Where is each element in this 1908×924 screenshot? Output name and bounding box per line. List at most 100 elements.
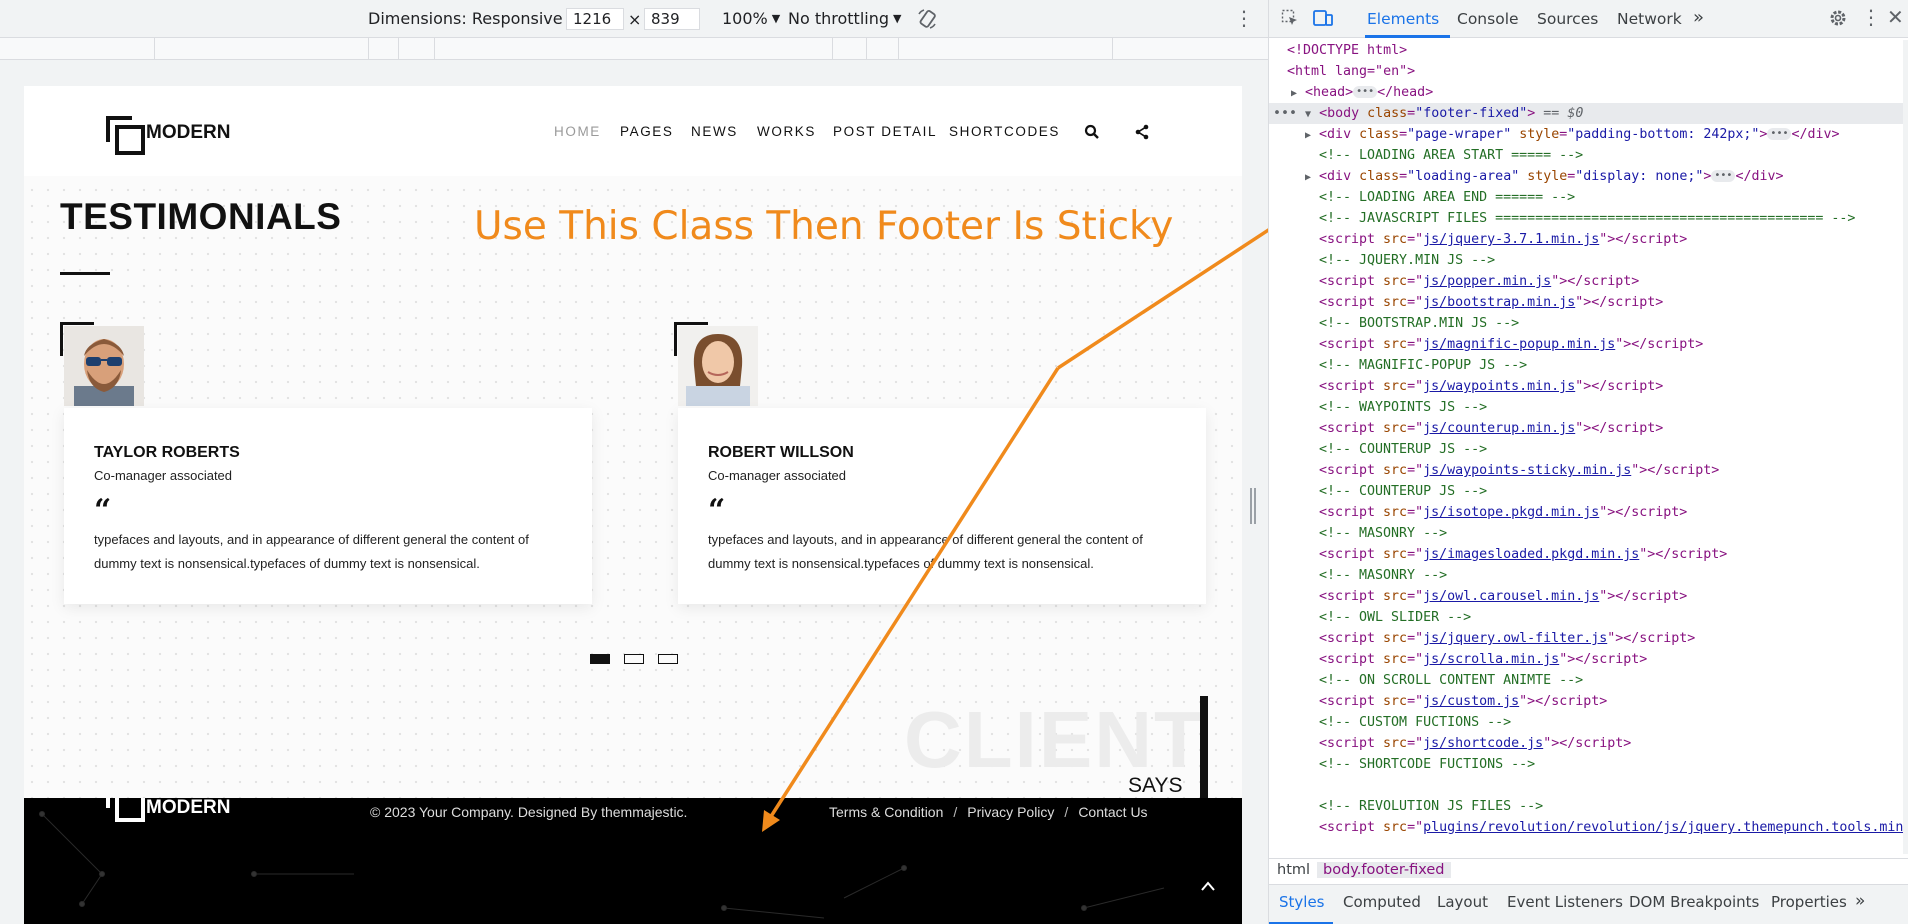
tree-script[interactable]: <script src="plugins/revolution/revoluti… <box>1319 817 1908 838</box>
search-icon[interactable] <box>1084 124 1100 140</box>
tree-comment[interactable]: <!-- JAVASCRIPT FILES ==================… <box>1319 208 1908 229</box>
rotate-icon[interactable] <box>916 8 938 30</box>
viewport-resize-handle[interactable] <box>1250 488 1256 524</box>
tab-properties[interactable]: Properties <box>1771 893 1847 911</box>
tree-script[interactable]: <script src="js/custom.js"></script> <box>1319 691 1908 712</box>
active-tab-indicator <box>1365 35 1450 38</box>
zoom-dropdown[interactable]: 100% ▼ <box>722 9 780 28</box>
tree-body-selected[interactable]: ••• ▼ <body class="footer-fixed"> == $0 <box>1269 103 1908 124</box>
nav-home[interactable]: HOME <box>554 124 601 139</box>
tab-console[interactable]: Console <box>1457 10 1519 28</box>
carousel-dot-1[interactable] <box>590 654 610 664</box>
expand-triangle-icon[interactable]: ▶ <box>1305 130 1311 141</box>
tree-comment[interactable]: <!-- LOADING AREA END ====== --> <box>1319 187 1908 208</box>
nav-works[interactable]: WORKS <box>757 124 816 139</box>
tree-comment[interactable]: <!-- SHORTCODE FUCTIONS --> <box>1319 754 1908 775</box>
tab-styles[interactable]: Styles <box>1279 893 1325 911</box>
tree-script[interactable]: <script src="js/waypoints-sticky.min.js"… <box>1319 460 1908 481</box>
carousel-dot-3[interactable] <box>658 654 678 664</box>
tab-layout[interactable]: Layout <box>1437 893 1488 911</box>
carousel-dot-2[interactable] <box>624 654 644 664</box>
inspect-element-icon[interactable] <box>1281 9 1299 27</box>
collapse-triangle-icon[interactable]: ▼ <box>1305 109 1311 120</box>
tab-network[interactable]: Network <box>1617 10 1682 28</box>
devtools-menu-icon[interactable]: ⋮ <box>1861 5 1881 29</box>
tree-comment[interactable]: <!-- MASONRY --> <box>1319 565 1908 586</box>
tree-script[interactable]: <script src="js/owl.carousel.min.js"></s… <box>1319 586 1908 607</box>
tree-script[interactable]: <script src="js/jquery-3.7.1.min.js"></s… <box>1319 229 1908 250</box>
ellipsis-icon[interactable]: ••• <box>1711 170 1736 182</box>
tree-comment[interactable]: <!-- COUNTERUP JS --> <box>1319 439 1908 460</box>
tree-comment[interactable]: <!-- JQUERY.MIN JS --> <box>1319 250 1908 271</box>
tree-scrollbar[interactable] <box>1903 40 1908 854</box>
nav-post-detail[interactable]: POST DETAIL <box>833 124 937 139</box>
tree-head[interactable]: ▶ <head> ••• </head> <box>1291 82 1908 103</box>
title-underline <box>60 272 110 275</box>
more-options-icon[interactable]: ⋮ <box>1234 6 1254 30</box>
tab-sources[interactable]: Sources <box>1537 10 1598 28</box>
tree-script[interactable]: <script src="js/bootstrap.min.js"></scri… <box>1319 292 1908 313</box>
dimensions-dropdown[interactable]: Dimensions: Responsive ▼ <box>368 9 575 28</box>
breadcrumb-html[interactable]: html <box>1277 862 1310 878</box>
tree-html[interactable]: <html lang="en"> <box>1287 61 1908 82</box>
tree-comment[interactable]: <!-- MASONRY --> <box>1319 523 1908 544</box>
close-icon[interactable]: ✕ <box>1887 5 1904 29</box>
tree-script[interactable]: <script src="js/isotope.pkgd.min.js"></s… <box>1319 502 1908 523</box>
page-preview: MODERN HOME PAGES NEWS WORKS POST DETAIL… <box>24 86 1242 924</box>
tree-comment[interactable]: <!-- CUSTOM FUCTIONS --> <box>1319 712 1908 733</box>
breadcrumb-body[interactable]: body.footer-fixed <box>1317 862 1451 878</box>
throttling-label: No throttling <box>788 9 890 28</box>
device-toolbar-icon[interactable] <box>1313 9 1333 27</box>
tree-script[interactable]: <script src="js/shortcode.js"></script> <box>1319 733 1908 754</box>
tree-comment[interactable]: <!-- BOOTSTRAP.MIN JS --> <box>1319 313 1908 334</box>
tab-elements[interactable]: Elements <box>1367 10 1439 28</box>
tree-script[interactable]: <script src="js/scrolla.min.js"></script… <box>1319 649 1908 670</box>
tree-script[interactable]: <script src="js/imagesloaded.pkgd.min.js… <box>1319 544 1908 565</box>
tree-doctype[interactable]: <!DOCTYPE html> <box>1287 40 1908 61</box>
tree-comment[interactable]: <!-- OWL SLIDER --> <box>1319 607 1908 628</box>
nav-pages[interactable]: PAGES <box>620 124 674 139</box>
nav-news[interactable]: NEWS <box>691 124 738 139</box>
tree-script[interactable]: <script src="js/popper.min.js"></script> <box>1319 271 1908 292</box>
logo-text: MODERN <box>146 122 231 143</box>
testimonial-text: typefaces and layouts, and in appearance… <box>94 532 529 571</box>
gear-icon[interactable] <box>1829 9 1847 27</box>
tree-comment[interactable]: <!-- ON SCROLL CONTENT ANIMTE --> <box>1319 670 1908 691</box>
chevron-up-icon[interactable] <box>1200 880 1216 892</box>
tree-script[interactable]: <script src="js/jquery.owl-filter.js"></… <box>1319 628 1908 649</box>
tree-script[interactable]: <script src="js/counterup.min.js"></scri… <box>1319 418 1908 439</box>
tree-comment[interactable]: <!-- COUNTERUP JS --> <box>1319 481 1908 502</box>
tree-page-wrapper[interactable]: ▶ <div class="page-wraper" style="paddin… <box>1305 124 1908 145</box>
section-title: TESTIMONIALS <box>60 196 342 237</box>
footer-link-contact[interactable]: Contact Us <box>1078 804 1147 820</box>
tree-loading-area[interactable]: ▶ <div class="loading-area" style="displ… <box>1305 166 1908 187</box>
height-input[interactable] <box>644 8 700 30</box>
width-input[interactable] <box>566 8 624 30</box>
tree-comment[interactable]: <!-- LOADING AREA START ===== --> <box>1319 145 1908 166</box>
expand-triangle-icon[interactable]: ▶ <box>1305 172 1311 183</box>
tab-computed[interactable]: Computed <box>1343 893 1421 911</box>
share-icon[interactable] <box>1134 124 1150 140</box>
ellipsis-icon[interactable]: ••• <box>1767 128 1792 140</box>
more-icon[interactable]: ••• <box>1273 106 1297 121</box>
tree-comment[interactable]: <!-- WAYPOINTS JS --> <box>1319 397 1908 418</box>
more-tabs-icon[interactable]: » <box>1693 7 1704 28</box>
expand-triangle-icon[interactable]: ▶ <box>1291 88 1297 99</box>
nav-shortcodes[interactable]: SHORTCODES <box>949 124 1060 139</box>
ellipsis-icon[interactable]: ••• <box>1353 86 1378 98</box>
footer-link-privacy[interactable]: Privacy Policy <box>967 804 1054 820</box>
more-tabs-icon[interactable]: » <box>1855 891 1865 911</box>
tab-dom-breakpoints[interactable]: DOM Breakpoints <box>1629 893 1759 911</box>
tree-comment[interactable]: <!-- REVOLUTION JS FILES --> <box>1319 796 1908 817</box>
footer-link-terms[interactable]: Terms & Condition <box>829 804 943 820</box>
avatar-corner-accent <box>60 322 94 356</box>
tree-comment[interactable]: <!-- MAGNIFIC-POPUP JS --> <box>1319 355 1908 376</box>
link-separator: / <box>953 804 958 820</box>
tree-script[interactable]: <script src="js/magnific-popup.min.js"><… <box>1319 334 1908 355</box>
tab-event-listeners[interactable]: Event Listeners <box>1507 893 1623 911</box>
devtools-window: Dimensions: Responsive ▼ × 100% ▼ No thr… <box>0 0 1908 924</box>
throttling-dropdown[interactable]: No throttling ▼ <box>788 9 901 28</box>
site-logo[interactable]: MODERN <box>106 116 231 155</box>
footer-logo[interactable]: MODERN <box>106 798 230 822</box>
tree-script[interactable]: <script src="js/waypoints.min.js"></scri… <box>1319 376 1908 397</box>
